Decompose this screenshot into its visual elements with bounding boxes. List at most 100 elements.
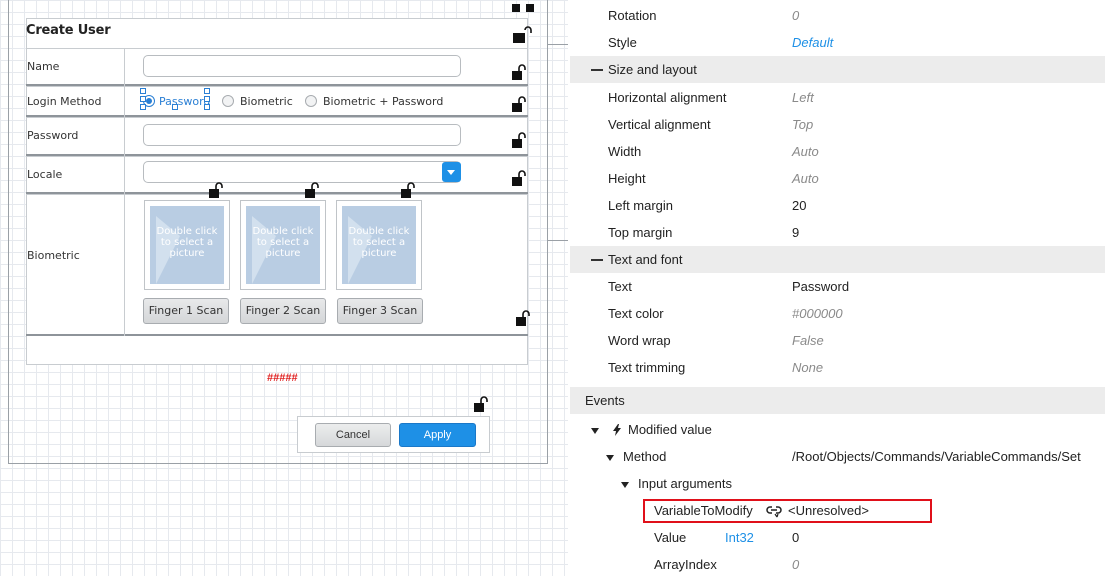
property-label: Text trimming bbox=[608, 360, 686, 375]
lock-icon[interactable] bbox=[401, 182, 415, 198]
finger-1-scan-button[interactable]: Finger 1 Scan bbox=[143, 298, 229, 324]
radio-biometric-password[interactable] bbox=[305, 95, 317, 107]
name-input[interactable] bbox=[143, 55, 461, 77]
cancel-button[interactable]: Cancel bbox=[315, 423, 391, 447]
locale-dropdown[interactable] bbox=[143, 161, 461, 183]
selection-handle[interactable] bbox=[140, 88, 146, 94]
section-title: Text and font bbox=[608, 252, 683, 267]
property-value[interactable]: Password bbox=[792, 279, 849, 294]
image-placeholder-icon: Double click to select a picture bbox=[150, 206, 224, 284]
property-value[interactable]: Auto bbox=[792, 144, 819, 159]
argument-value[interactable]: 0 bbox=[792, 530, 799, 545]
lock-icon[interactable] bbox=[209, 182, 223, 198]
argument-array-index[interactable]: ArrayIndex 0 bbox=[570, 551, 1105, 576]
radio-password-label[interactable]: Password bbox=[159, 95, 210, 108]
property-value[interactable]: 20 bbox=[792, 198, 806, 213]
apply-button[interactable]: Apply bbox=[399, 423, 476, 447]
property-label: Width bbox=[608, 144, 642, 159]
argument-label: Value bbox=[654, 530, 687, 545]
lock-icon[interactable] bbox=[512, 170, 526, 186]
property-label: Text color bbox=[608, 306, 664, 321]
finger-2-picture[interactable]: Double click to select a picture bbox=[240, 200, 326, 290]
collapse-icon[interactable] bbox=[591, 259, 603, 261]
selection-handle[interactable] bbox=[204, 104, 210, 110]
property-value[interactable]: 0 bbox=[792, 8, 799, 23]
property-style[interactable]: Style Default bbox=[570, 29, 1105, 56]
picture-placeholder-text: Double click to select a picture bbox=[252, 226, 314, 259]
lock-icon[interactable] bbox=[305, 182, 319, 198]
property-text[interactable]: Text Password bbox=[570, 273, 1105, 300]
property-word-wrap[interactable]: Word wrap False bbox=[570, 327, 1105, 354]
error-text: ##### bbox=[267, 372, 298, 384]
property-text-color[interactable]: Text color #000000 bbox=[570, 300, 1105, 327]
form-title: Create User bbox=[26, 23, 111, 38]
property-label: Horizontal alignment bbox=[608, 90, 727, 105]
input-arguments[interactable]: Input arguments bbox=[570, 470, 1105, 497]
argument-value[interactable]: 0 bbox=[792, 557, 799, 572]
selection-handle[interactable] bbox=[140, 104, 146, 110]
chevron-down-icon[interactable] bbox=[442, 162, 461, 182]
expand-icon[interactable] bbox=[606, 455, 614, 461]
lock-icon[interactable] bbox=[474, 396, 488, 412]
radio-biometric-label[interactable]: Biometric bbox=[240, 95, 293, 108]
event-modified-value[interactable]: Modified value bbox=[570, 416, 1105, 443]
connector-line bbox=[548, 44, 568, 45]
selection-handle[interactable] bbox=[140, 96, 146, 102]
lock-icon[interactable] bbox=[512, 132, 526, 148]
login-method-label: Login Method bbox=[27, 95, 102, 108]
collapse-icon[interactable] bbox=[591, 69, 603, 71]
property-rotation[interactable]: Rotation 0 bbox=[570, 2, 1105, 29]
property-label: Height bbox=[608, 171, 646, 186]
highlight-box bbox=[643, 499, 932, 523]
selection-handle[interactable] bbox=[204, 88, 210, 94]
selection-handle[interactable] bbox=[204, 96, 210, 102]
property-label: Top margin bbox=[608, 225, 673, 240]
property-value[interactable]: Default bbox=[792, 35, 833, 50]
section-events[interactable]: Events bbox=[570, 387, 1105, 414]
property-value[interactable]: Left bbox=[792, 90, 814, 105]
section-title: Events bbox=[585, 393, 625, 408]
password-label: Password bbox=[27, 129, 79, 142]
password-input[interactable] bbox=[143, 124, 461, 146]
property-value[interactable]: Auto bbox=[792, 171, 819, 186]
property-width[interactable]: Width Auto bbox=[570, 138, 1105, 165]
finger-2-scan-button[interactable]: Finger 2 Scan bbox=[240, 298, 326, 324]
property-height[interactable]: Height Auto bbox=[570, 165, 1105, 192]
argument-label: ArrayIndex bbox=[654, 557, 717, 572]
property-label: Word wrap bbox=[608, 333, 671, 348]
connector-line bbox=[548, 240, 568, 241]
method-value[interactable]: /Root/Objects/Commands/VariableCommands/… bbox=[792, 449, 1081, 464]
expand-icon[interactable] bbox=[591, 428, 599, 434]
property-left-margin[interactable]: Left margin 20 bbox=[570, 192, 1105, 219]
argument-type[interactable]: Int32 bbox=[725, 530, 754, 545]
property-value[interactable]: #000000 bbox=[792, 306, 843, 321]
radio-biometric-password-label[interactable]: Biometric + Password bbox=[323, 95, 443, 108]
event-method[interactable]: Method /Root/Objects/Commands/VariableCo… bbox=[570, 443, 1105, 470]
image-placeholder-icon: Double click to select a picture bbox=[342, 206, 416, 284]
property-value[interactable]: None bbox=[792, 360, 823, 375]
property-vertical-alignment[interactable]: Vertical alignment Top bbox=[570, 111, 1105, 138]
property-top-margin[interactable]: Top margin 9 bbox=[570, 219, 1105, 246]
finger-3-scan-button[interactable]: Finger 3 Scan bbox=[337, 298, 423, 324]
section-size-layout[interactable]: Size and layout bbox=[570, 56, 1105, 83]
property-value[interactable]: 9 bbox=[792, 225, 799, 240]
expand-icon[interactable] bbox=[621, 482, 629, 488]
property-horizontal-alignment[interactable]: Horizontal alignment Left bbox=[570, 84, 1105, 111]
lock-icon[interactable] bbox=[512, 96, 526, 112]
finger-3-picture[interactable]: Double click to select a picture bbox=[336, 200, 422, 290]
argument-value-row[interactable]: Value Int32 0 bbox=[570, 524, 1105, 551]
radio-biometric[interactable] bbox=[222, 95, 234, 107]
selection-handle[interactable] bbox=[172, 104, 178, 110]
biometric-label: Biometric bbox=[27, 249, 80, 262]
section-text-font[interactable]: Text and font bbox=[570, 246, 1105, 273]
locale-label: Locale bbox=[27, 168, 63, 181]
property-value[interactable]: Top bbox=[792, 117, 813, 132]
property-text-trimming[interactable]: Text trimming None bbox=[570, 354, 1105, 381]
section-title: Size and layout bbox=[608, 62, 697, 77]
lock-icon[interactable] bbox=[516, 310, 530, 326]
finger-1-picture[interactable]: Double click to select a picture bbox=[144, 200, 230, 290]
lock-icon[interactable] bbox=[512, 64, 526, 80]
design-canvas[interactable]: Create User Name Login Method Password L… bbox=[0, 0, 568, 576]
property-value[interactable]: False bbox=[792, 333, 824, 348]
lock-icon[interactable] bbox=[512, 4, 534, 43]
